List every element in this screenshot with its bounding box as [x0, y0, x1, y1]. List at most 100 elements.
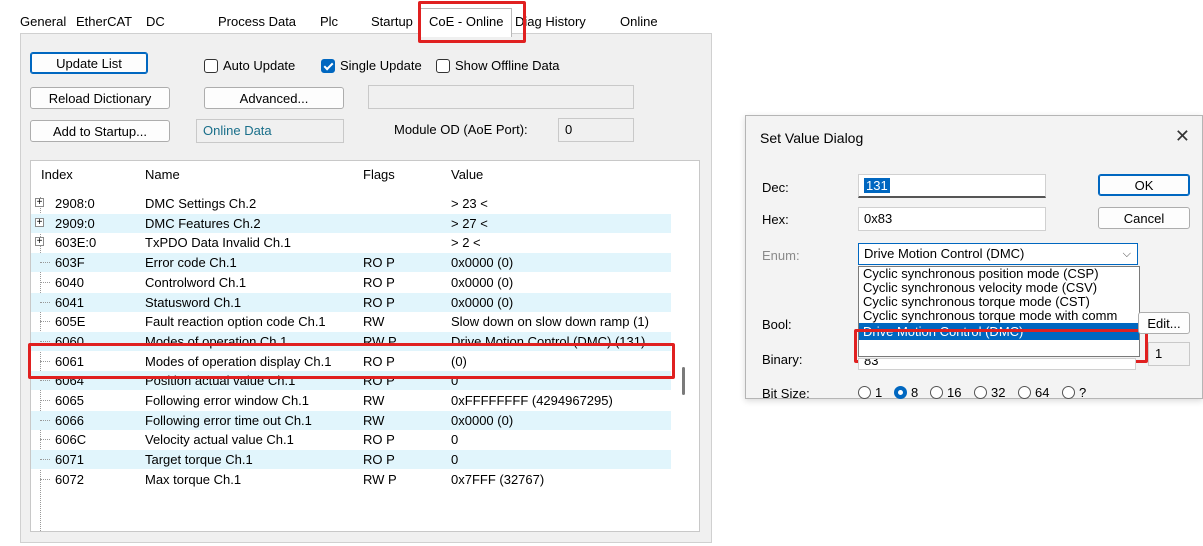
dec-input[interactable]: 131 — [858, 174, 1046, 198]
radio-circle[interactable] — [930, 386, 943, 399]
enum-select[interactable]: Drive Motion Control (DMC) ⌵ — [858, 243, 1138, 265]
table-row[interactable]: 6040 Controlword Ch.1 RO P 0x0000 (0) — [31, 273, 671, 292]
enum-option[interactable]: Cyclic synchronous torque mode (CST) — [859, 295, 1139, 309]
table-row[interactable]: 605E Fault reaction option code Ch.1 RW Slo… — [31, 312, 671, 331]
cell-index: 603F — [55, 255, 85, 271]
table-row[interactable]: 6071 Target torque Ch.1 RO P 0 — [31, 450, 671, 470]
expand-icon[interactable]: + — [35, 237, 44, 247]
table-row[interactable]: +2908:0 DMC Settings Ch.2 > 23 < — [31, 194, 671, 213]
enum-option[interactable]: Cyclic synchronous torque mode with comm — [859, 309, 1139, 323]
expand-icon[interactable]: + — [35, 198, 44, 208]
cell-index: 606C — [55, 432, 87, 448]
single-update-box[interactable] — [321, 59, 335, 73]
cell-name: Statusword Ch.1 — [145, 294, 242, 310]
reload-dictionary-button[interactable]: Reload Dictionary — [30, 87, 170, 109]
radio-label: 1 — [875, 385, 883, 400]
enum-option[interactable]: Cyclic synchronous position mode (CSP) — [859, 267, 1139, 281]
tab-strip: General EtherCAT DC Process Data Plc Sta… — [20, 8, 720, 37]
cancel-button[interactable]: Cancel — [1098, 207, 1190, 229]
cell-value: 0x0000 (0) — [451, 412, 514, 428]
module-od-value: 0 — [558, 118, 634, 142]
ok-button[interactable]: OK — [1098, 174, 1190, 196]
bitsize-radio-8[interactable]: 8 — [894, 385, 918, 401]
enum-option[interactable]: Cyclic synchronous velocity mode (CSV) — [859, 281, 1139, 295]
cell-index: 2909:0 — [55, 215, 95, 231]
auto-update-checkbox[interactable]: Auto Update — [204, 57, 295, 75]
tab-plc[interactable]: Plc — [320, 12, 338, 32]
advanced-button[interactable]: Advanced... — [204, 87, 344, 109]
radio-circle[interactable] — [1062, 386, 1075, 399]
expand-icon[interactable]: + — [35, 217, 44, 227]
binary-input[interactable]: 83 — [858, 358, 1136, 370]
table-row[interactable]: +603E:0 TxPDO Data Invalid Ch.1 > 2 < — [31, 233, 671, 252]
coe-tab-highlight-box — [418, 1, 526, 43]
tree-branch-line — [40, 262, 50, 264]
cell-flags: RW P — [363, 471, 397, 487]
cell-index: 603E:0 — [55, 235, 97, 251]
cell-value: 0 — [451, 432, 459, 448]
bitsize-radio-unknown[interactable]: ? — [1062, 385, 1086, 401]
tab-ethercat[interactable]: EtherCAT — [76, 12, 132, 32]
table-row[interactable]: +2909:0 DMC Features Ch.2 > 27 < — [31, 213, 671, 233]
cell-name: Following error window Ch.1 — [145, 393, 310, 408]
tree-branch-line — [40, 459, 50, 461]
cell-index: 6072 — [55, 471, 84, 487]
bitsize-radio-64[interactable]: 64 — [1018, 385, 1049, 401]
radio-circle[interactable] — [858, 386, 871, 399]
tab-dc[interactable]: DC — [146, 12, 165, 32]
header-value[interactable]: Value — [451, 167, 483, 182]
table-row[interactable]: 606C Velocity actual value Ch.1 RO P 0 — [31, 430, 671, 449]
bool-label: Bool: — [762, 317, 792, 332]
tree-branch-line — [40, 439, 50, 441]
hex-input[interactable]: 0x83 — [858, 207, 1046, 231]
scrollbar-thumb[interactable] — [682, 367, 685, 395]
table-row[interactable]: 6065 Following error window Ch.1 RW 0xFFFFF… — [31, 391, 671, 410]
info-field — [368, 85, 634, 109]
tree-branch-line — [40, 380, 50, 382]
bitsize-radio-32[interactable]: 32 — [974, 385, 1005, 401]
edit-button[interactable]: Edit... — [1138, 312, 1190, 334]
single-update-checkbox[interactable]: Single Update — [321, 57, 422, 75]
cell-name: Controlword Ch.1 — [145, 274, 247, 290]
cell-value: > 27 < — [451, 215, 488, 231]
close-icon[interactable]: ✕ — [1175, 126, 1190, 147]
cell-flags: RO P — [363, 452, 395, 468]
tab-startup[interactable]: Startup — [371, 12, 413, 32]
show-offline-checkbox[interactable]: Show Offline Data — [436, 57, 560, 75]
cell-value: > 2 < — [451, 235, 481, 251]
bitsize-radio-16[interactable]: 16 — [930, 385, 961, 401]
cell-name: DMC Features Ch.2 — [145, 215, 261, 231]
radio-label: 16 — [947, 385, 962, 400]
cell-index: 6065 — [55, 393, 84, 408]
radio-circle[interactable] — [974, 386, 987, 399]
header-flags[interactable]: Flags — [363, 167, 395, 182]
show-offline-box[interactable] — [436, 59, 450, 73]
table-row[interactable]: 6066 Following error time out Ch.1 RW 0x000… — [31, 410, 671, 430]
radio-circle-selected[interactable] — [894, 386, 907, 399]
radio-circle[interactable] — [1018, 386, 1031, 399]
tab-general[interactable]: General — [20, 12, 66, 32]
tree-branch-line — [40, 321, 50, 323]
auto-update-box[interactable] — [204, 59, 218, 73]
update-list-button[interactable]: Update List — [30, 52, 148, 74]
dec-label: Dec: — [762, 180, 789, 195]
set-value-dialog: Set Value Dialog ✕ Dec: 131 OK Hex: 0x83… — [745, 115, 1203, 401]
table-row[interactable]: 6072 Max torque Ch.1 RW P 0x7FFF (32767) — [31, 470, 671, 489]
cell-index: 605E — [55, 314, 86, 330]
table-row[interactable]: 603F Error code Ch.1 RO P 0x0000 (0) — [31, 253, 671, 273]
table-row[interactable]: 6041 Statusword Ch.1 RO P 0x0000 (0) — [31, 292, 671, 312]
cell-name: Velocity actual value Ch.1 — [145, 432, 294, 448]
header-index[interactable]: Index — [41, 167, 73, 182]
cell-flags: RW — [363, 314, 385, 330]
cell-value: 0x0000 (0) — [451, 255, 514, 271]
radio-label: 8 — [911, 385, 919, 400]
header-name[interactable]: Name — [145, 167, 180, 182]
bitsize-radio-1[interactable]: 1 — [858, 385, 882, 401]
row-6060-highlight-box — [28, 343, 675, 379]
binary-size-field: 1 — [1148, 342, 1190, 366]
add-to-startup-button[interactable]: Add to Startup... — [30, 120, 170, 142]
tree-branch-line — [40, 478, 50, 480]
tab-process-data[interactable]: Process Data — [218, 12, 296, 32]
radio-label: 32 — [991, 385, 1006, 400]
tab-online[interactable]: Online — [620, 12, 658, 32]
